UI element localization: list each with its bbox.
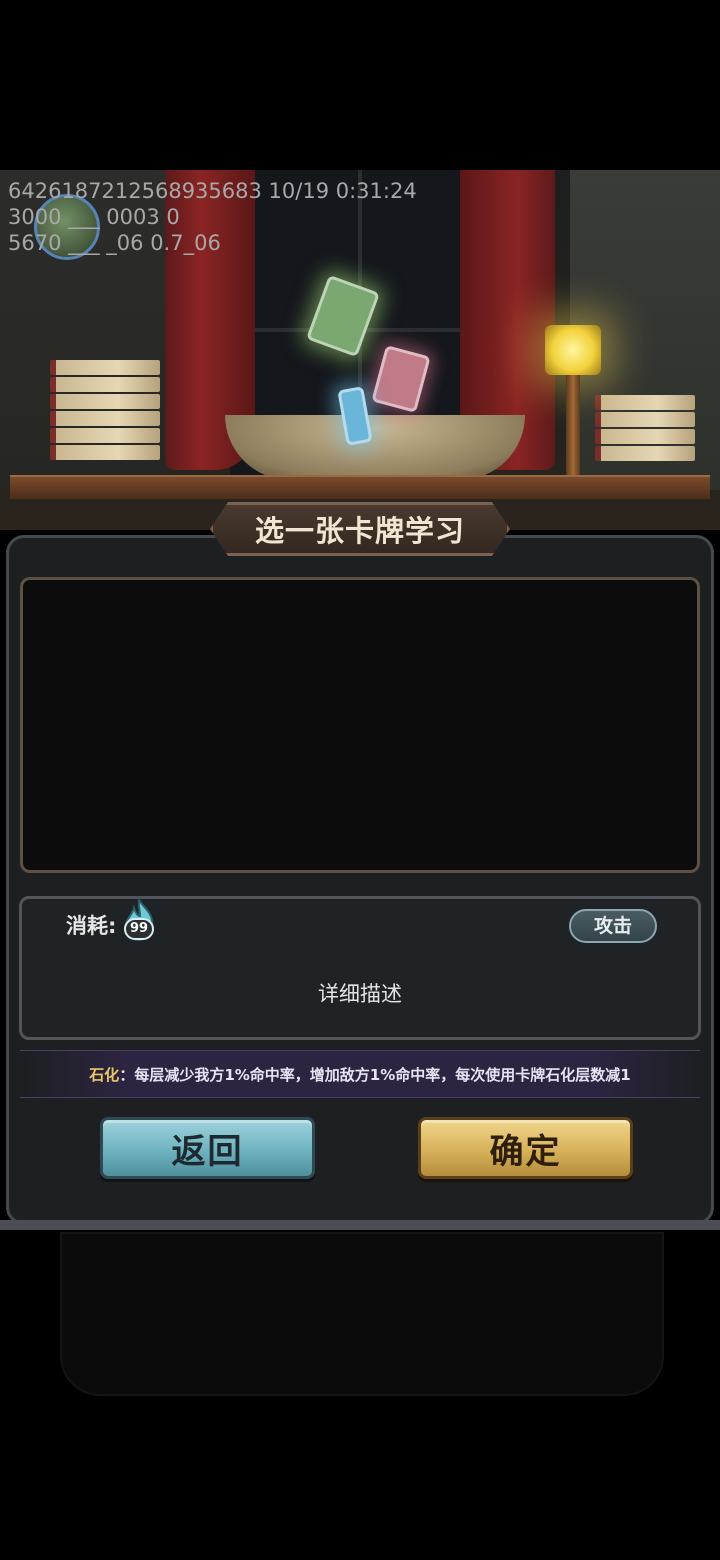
back-button[interactable]: 返回 — [100, 1117, 315, 1179]
effect-text: ：每层减少我方1%命中率，增加敌方1%命中率，每次使用卡牌石化层数减1 — [119, 1065, 631, 1084]
shelf — [10, 475, 710, 499]
cost-label: 消耗: — [66, 914, 117, 938]
top-black-bar — [0, 0, 720, 170]
panel-bottom-frame — [0, 1220, 720, 1230]
confirm-button[interactable]: 确定 — [418, 1117, 633, 1179]
card-display-area[interactable] — [20, 577, 700, 873]
cost-value: 99 — [124, 918, 154, 940]
dialog-title: 选一张卡牌学习 — [254, 514, 465, 548]
lamp-stand — [566, 375, 580, 475]
effect-description-bar: 石化 ：每层减少我方1%命中率，增加敌方1%命中率，每次使用卡牌石化层数减1 — [20, 1050, 700, 1098]
book-stack-left — [50, 360, 160, 475]
card-bowl — [225, 415, 525, 480]
debug-line-2: 3000 ___ 0003 0 — [8, 205, 180, 229]
card-description: 详细描述 — [318, 982, 402, 1006]
back-button-label: 返回 — [171, 1131, 244, 1172]
bottom-background — [60, 1232, 664, 1396]
effect-keyword: 石化 — [89, 1065, 120, 1084]
debug-line-1: 6426187212568935683 10/19 0:31:24 — [8, 179, 417, 203]
confirm-button-label: 确定 — [489, 1131, 562, 1172]
dialog-title-plaque: 选一张卡牌学习 — [210, 502, 510, 556]
card-type-badge: 攻击 — [569, 909, 657, 943]
book-stack-right — [595, 395, 695, 475]
lamp-icon — [545, 325, 601, 375]
debug-line-3: 5670 ___ _06 0.7_06 — [8, 231, 221, 255]
debug-overlay: 6426187212568935683 10/19 0:31:24 3000 __… — [8, 178, 428, 256]
